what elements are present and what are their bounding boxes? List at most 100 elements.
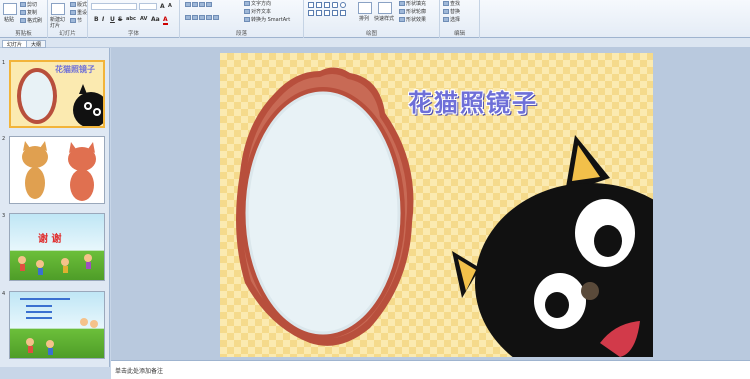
- align-center-icon: [192, 15, 198, 20]
- char-spacing-button[interactable]: AV: [140, 16, 147, 22]
- drawing-label: 绘图: [365, 31, 377, 37]
- shape-callout-icon[interactable]: [332, 10, 338, 16]
- outline-icon: [399, 9, 405, 14]
- font-group: A A B I U S abc AV Aa A 字体: [88, 0, 180, 38]
- paragraph-group: 文字方向 对齐文本 转换为 SmartArt 段落: [180, 0, 304, 38]
- notes-pane[interactable]: 单击此处添加备注: [111, 360, 750, 379]
- tab-outline[interactable]: 大纲: [26, 40, 47, 48]
- tab-slides[interactable]: 幻灯片: [2, 40, 28, 48]
- slides-group: 新建幻灯片 版式 重设 节 幻灯片: [48, 0, 88, 38]
- change-case-button[interactable]: Aa: [151, 16, 160, 23]
- align-text-label: 对齐文本: [251, 9, 272, 15]
- cut-label: 剪切: [27, 2, 38, 8]
- thumbnail-slide-4[interactable]: [9, 291, 105, 359]
- bullets-button[interactable]: [185, 2, 213, 8]
- text-direction-label: 文字方向: [251, 1, 272, 7]
- shape-effects-label: 形状效果: [406, 17, 427, 23]
- arrange-icon[interactable]: [358, 2, 372, 14]
- cut-button[interactable]: 剪切: [20, 2, 37, 8]
- numbering-icon: [192, 2, 198, 7]
- find-button[interactable]: 查找: [443, 1, 460, 7]
- scissors-icon: [20, 2, 26, 7]
- shape-effects-button[interactable]: 形状效果: [399, 17, 426, 23]
- new-slide-icon[interactable]: [51, 3, 65, 15]
- find-icon: [443, 1, 449, 6]
- format-painter-button[interactable]: 格式刷: [20, 18, 42, 24]
- thumbnail-number: 3: [2, 213, 6, 219]
- shrink-font-icon[interactable]: A: [168, 3, 172, 9]
- find-label: 查找: [450, 1, 461, 7]
- black-cat: [452, 135, 653, 357]
- shape-oval-icon[interactable]: [340, 2, 346, 8]
- layout-icon: [70, 2, 76, 7]
- smartart-button[interactable]: 转换为 SmartArt: [244, 17, 290, 23]
- slides-pane: 幻灯片 大纲 1 花猫照镜子 2 3 谢 谢 4: [0, 40, 110, 367]
- thumbnail-slide-3[interactable]: 谢 谢: [9, 213, 105, 281]
- shape-outline-button[interactable]: 形状轮廓: [399, 9, 426, 15]
- shape-rect-icon[interactable]: [332, 2, 338, 8]
- thumbnail-slide-1[interactable]: 花猫照镜子: [9, 60, 105, 128]
- quick-styles-icon[interactable]: [378, 2, 392, 14]
- shape-bracket-icon[interactable]: [316, 10, 322, 16]
- align-left-icon: [185, 15, 191, 20]
- quick-styles-button[interactable]: 快速样式: [374, 16, 394, 22]
- shape-fill-button[interactable]: 形状填充: [399, 1, 426, 7]
- copy-button[interactable]: 复制: [20, 10, 37, 16]
- arrange-button[interactable]: 排列: [359, 16, 369, 22]
- fill-icon: [399, 1, 405, 6]
- shape-star-icon[interactable]: [324, 10, 330, 16]
- clipboard-label: 剪贴板: [15, 31, 32, 37]
- align-right-icon: [199, 15, 205, 20]
- slide-title[interactable]: 花猫照镜子: [408, 83, 538, 118]
- font-size-select[interactable]: [139, 3, 157, 10]
- align-text-button[interactable]: 对齐文本: [244, 9, 271, 15]
- shape-textbox-icon[interactable]: [308, 2, 314, 8]
- slide-stage: 花猫照镜子: [111, 48, 750, 360]
- thumbnail-art-4: [20, 298, 98, 355]
- strikethrough-button[interactable]: S: [118, 16, 122, 23]
- outdent-icon: [206, 2, 212, 7]
- align-text-icon: [244, 9, 250, 14]
- drawing-group: 排列 快速样式 形状填充 形状轮廓 形状效果 绘图: [304, 0, 440, 38]
- thumbnail-number: 1: [2, 60, 6, 66]
- bullets-icon: [185, 2, 191, 7]
- shadow-button[interactable]: abc: [126, 16, 136, 22]
- paste-button[interactable]: 粘贴: [4, 17, 14, 23]
- reset-label: 重设: [77, 10, 88, 16]
- font-color-button[interactable]: A: [163, 16, 168, 25]
- section-button[interactable]: 节: [70, 18, 82, 24]
- shape-more-icon[interactable]: [340, 10, 346, 16]
- font-name-select[interactable]: [91, 3, 137, 10]
- bold-button[interactable]: B: [94, 16, 99, 23]
- shape-arrow-icon[interactable]: [324, 2, 330, 8]
- section-label: 节: [77, 18, 83, 24]
- shape-triangle-icon[interactable]: [308, 10, 314, 16]
- new-slide-button[interactable]: 新建幻灯片: [50, 17, 68, 29]
- font-label: 字体: [127, 31, 139, 37]
- shape-fill-label: 形状填充: [406, 1, 427, 7]
- ribbon: 粘贴 剪切 复制 格式刷 剪贴板 新建幻灯片 版式 重设 节 幻灯片 A A B…: [0, 0, 750, 38]
- paste-icon[interactable]: [3, 3, 17, 15]
- replace-label: 替换: [450, 9, 461, 15]
- replace-button[interactable]: 替换: [443, 9, 460, 15]
- underline-button[interactable]: U: [110, 16, 115, 23]
- justify-icon: [206, 15, 212, 20]
- reset-button[interactable]: 重设: [70, 10, 87, 16]
- current-slide[interactable]: 花猫照镜子: [220, 53, 653, 357]
- grow-font-icon[interactable]: A: [160, 3, 165, 10]
- section-icon: [70, 18, 76, 23]
- smartart-label: 转换为 SmartArt: [251, 17, 291, 23]
- effects-icon: [399, 17, 405, 22]
- shape-line-icon[interactable]: [316, 2, 322, 8]
- mirror: [236, 67, 414, 346]
- text-direction-button[interactable]: 文字方向: [244, 1, 271, 7]
- italic-button[interactable]: I: [102, 16, 104, 23]
- thumbnail-number: 4: [2, 291, 6, 297]
- thumbnail-number: 2: [2, 136, 6, 142]
- replace-icon: [443, 9, 449, 14]
- align-buttons[interactable]: [185, 15, 220, 21]
- thumbnail-slide-2[interactable]: [9, 136, 105, 204]
- select-button[interactable]: 选择: [443, 17, 460, 23]
- thumbnail-art-2: [22, 141, 96, 201]
- layout-button[interactable]: 版式: [70, 2, 87, 8]
